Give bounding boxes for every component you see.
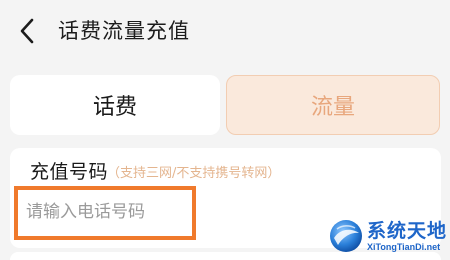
page-title: 话费流量充值 [58,19,190,43]
tab-huafei[interactable]: 话费 [10,75,220,135]
carrier-support-hint: （支持三网/不支持携号转网） [107,166,281,181]
site-watermark: 系统天地 XiTongTianDi.net [328,214,450,258]
chevron-left-icon [20,18,34,44]
recharge-screen: 话费流量充值 话费 流量 充值号码 （支持三网/不支持携号转网） 系统天地 Xi… [0,0,450,260]
phone-number-label: 充值号码 [30,161,109,183]
watermark-cn: 系统天地 [367,219,448,242]
tab-liuliang[interactable]: 流量 [226,75,440,135]
header-bar: 话费流量充值 [0,0,450,60]
watermark-en: XiTongTianDi.net [367,241,441,252]
phone-number-input[interactable] [26,196,186,228]
back-button[interactable] [14,16,40,46]
globe-logo-icon [330,220,362,252]
watermark-text: 系统天地 XiTongTianDi.net [367,220,447,253]
